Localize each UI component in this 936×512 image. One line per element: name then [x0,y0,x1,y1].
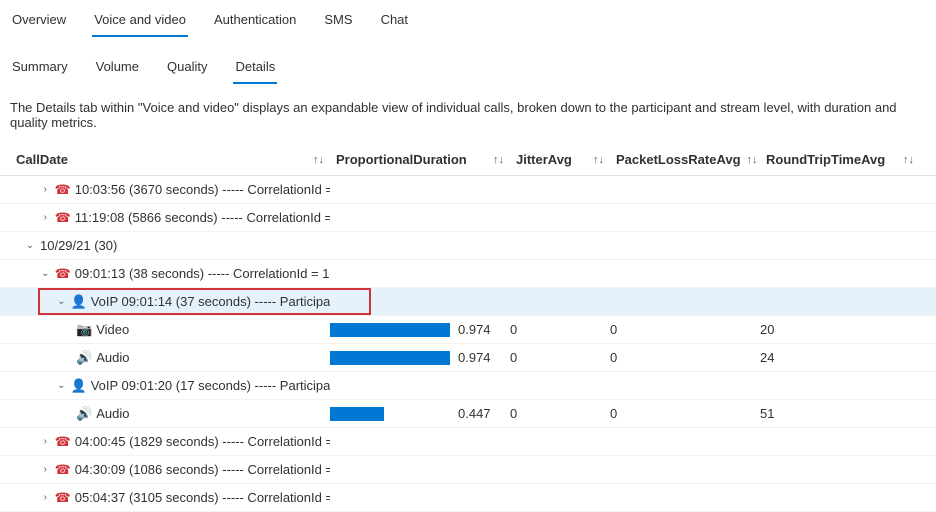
tab-chat[interactable]: Chat [379,6,410,37]
col-label: PacketLossRateAvg [616,152,741,167]
row-label: 04:30:09 (1086 seconds) ----- Correlatio… [75,462,330,477]
row-label: Audio [96,350,129,365]
row-label: 10/29/21 (30) [40,238,117,253]
sort-icon[interactable]: ↑↓ [593,154,604,166]
duration-bar [330,351,450,365]
row-label: VoIP 09:01:20 (17 seconds) ----- Partici… [91,378,330,393]
col-header-calldate[interactable]: CallDate ↑↓ [10,144,330,175]
phone-icon: ☎ [55,210,71,226]
sort-icon[interactable]: ↑↓ [747,154,758,166]
cell-value: 0 [510,350,610,365]
table-row[interactable]: ⌄ 10/29/21 (30) [0,232,936,260]
tab-summary[interactable]: Summary [10,53,70,84]
table-row[interactable]: › ☎ 04:30:09 (1086 seconds) ----- Correl… [0,456,936,484]
table-header: CallDate ↑↓ ProportionalDuration ↑↓ Jitt… [0,144,936,176]
secondary-tabs: Summary Volume Quality Details [0,37,936,84]
cell-value: 51 [760,406,920,421]
description-text: The Details tab within "Voice and video"… [0,84,936,144]
chevron-right-icon[interactable]: › [40,436,51,447]
row-label: 09:01:13 (38 seconds) ----- CorrelationI… [75,266,330,281]
row-label: 11:19:08 (5866 seconds) ----- Correlatio… [75,210,330,225]
chevron-down-icon[interactable]: ⌄ [56,380,67,391]
cell-value: 0.447 [458,406,491,421]
cell-value: 0 [610,350,760,365]
tab-voice-video[interactable]: Voice and video [92,6,188,37]
col-header-proportional-duration[interactable]: ProportionalDuration ↑↓ [330,144,510,175]
tab-volume[interactable]: Volume [94,53,141,84]
row-label: Audio [96,406,129,421]
audio-icon: 🔊 [76,406,92,422]
col-label: ProportionalDuration [336,152,467,167]
table-row[interactable]: › ☎ 11:19:08 (5866 seconds) ----- Correl… [0,204,936,232]
cell-value: 0 [610,322,760,337]
table-row[interactable]: ⌄ ☎ 09:01:13 (38 seconds) ----- Correlat… [0,260,936,288]
table-row[interactable]: › ☎ 04:00:45 (1829 seconds) ----- Correl… [0,428,936,456]
phone-icon: ☎ [55,182,71,198]
data-table: › ☎ 10:03:56 (3670 seconds) ----- Correl… [0,176,936,512]
row-label: VoIP 09:01:14 (37 seconds) ----- Partici… [91,294,330,309]
col-header-jitter-avg[interactable]: JitterAvg ↑↓ [510,144,610,175]
col-header-packet-loss[interactable]: PacketLossRateAvg ↑↓ [610,144,760,175]
chevron-down-icon[interactable]: ⌄ [56,296,67,307]
sort-icon[interactable]: ↑↓ [903,154,914,166]
table-row[interactable]: ⌄ 👤 VoIP 09:01:20 (17 seconds) ----- Par… [0,372,936,400]
table-row[interactable]: 🔊 Audio 0.447 0 0 51 [0,400,936,428]
chevron-right-icon[interactable]: › [40,184,51,195]
person-icon: 👤 [71,378,87,394]
table-row[interactable]: › ☎ 05:04:37 (3105 seconds) ----- Correl… [0,484,936,512]
col-label: RoundTripTimeAvg [766,152,885,167]
tab-details[interactable]: Details [233,53,277,84]
tab-authentication[interactable]: Authentication [212,6,298,37]
chevron-right-icon[interactable]: › [40,492,51,503]
chevron-right-icon[interactable]: › [40,464,51,475]
sort-icon[interactable]: ↑↓ [493,154,504,166]
phone-icon: ☎ [55,434,71,450]
tab-overview[interactable]: Overview [10,6,68,37]
primary-tabs: Overview Voice and video Authentication … [0,0,936,37]
cell-value: 0 [510,406,610,421]
audio-icon: 🔊 [76,350,92,366]
col-label: JitterAvg [516,152,572,167]
table-row-selected[interactable]: ⌄ 👤 VoIP 09:01:14 (37 seconds) ----- Par… [0,288,936,316]
cell-value: 20 [760,322,920,337]
row-label: Video [96,322,129,337]
duration-bar [330,407,450,421]
phone-icon: ☎ [55,490,71,506]
cell-value: 24 [760,350,920,365]
chevron-down-icon[interactable]: ⌄ [40,268,51,279]
row-label: 05:04:37 (3105 seconds) ----- Correlatio… [75,490,330,505]
duration-bar [330,323,450,337]
table-row[interactable]: 🔊 Audio 0.974 0 0 24 [0,344,936,372]
phone-icon: ☎ [55,462,71,478]
row-label: 10:03:56 (3670 seconds) ----- Correlatio… [75,182,330,197]
col-label: CallDate [16,152,68,167]
cell-value: 0 [610,406,760,421]
sort-icon[interactable]: ↑↓ [313,154,324,166]
chevron-down-icon[interactable]: ⌄ [24,240,36,251]
tab-sms[interactable]: SMS [322,6,354,37]
row-label: 04:00:45 (1829 seconds) ----- Correlatio… [75,434,330,449]
tab-quality[interactable]: Quality [165,53,209,84]
col-header-rtt[interactable]: RoundTripTimeAvg ↑↓ [760,144,920,175]
phone-icon: ☎ [55,266,71,282]
table-row[interactable]: 📷 Video 0.974 0 0 20 [0,316,936,344]
table-row[interactable]: › ☎ 10:03:56 (3670 seconds) ----- Correl… [0,176,936,204]
chevron-right-icon[interactable]: › [40,212,51,223]
cell-value: 0.974 [458,322,491,337]
video-icon: 📷 [76,322,92,338]
cell-value: 0.974 [458,350,491,365]
cell-value: 0 [510,322,610,337]
person-icon: 👤 [71,294,87,310]
